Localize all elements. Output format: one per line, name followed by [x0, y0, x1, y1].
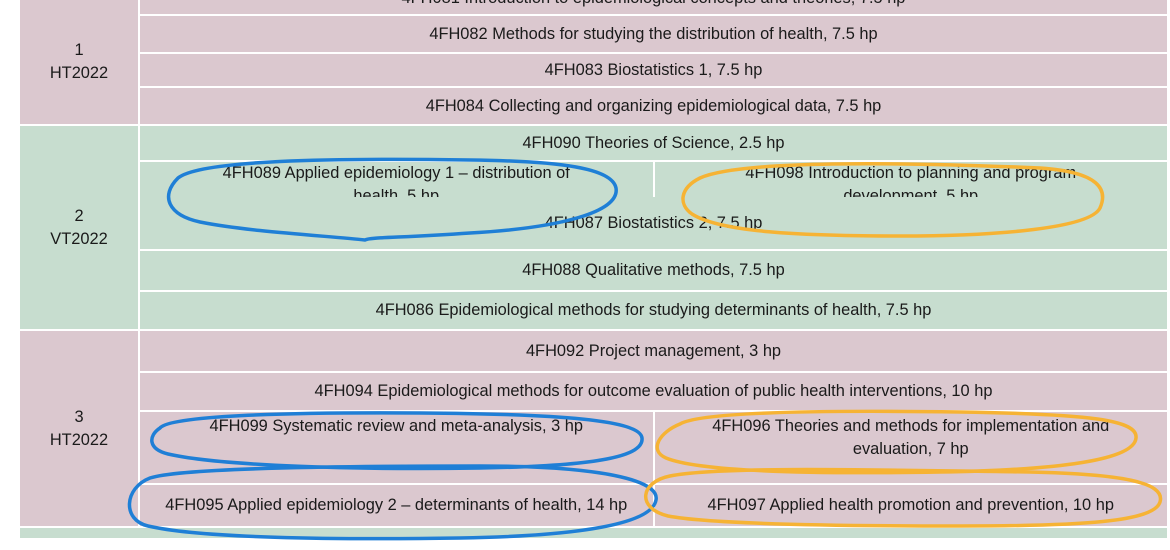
term-label-3: 3 HT2022 [20, 331, 138, 528]
course-cell-right: 4FH097 Applied health promotion and prev… [652, 485, 1167, 526]
term-semester: VT2022 [50, 229, 108, 248]
course-row: 4FH081 Introduction to epidemiological c… [138, 0, 1167, 16]
next-term-strip [20, 528, 1167, 540]
course-row-split: 4FH095 Applied epidemiology 2 – determin… [138, 485, 1167, 528]
term-number: 3 [74, 407, 84, 426]
course-cell: 4FH088 Qualitative methods, 7.5 hp [522, 261, 785, 279]
course-cell: 4FH084 Collecting and organizing epidemi… [425, 96, 882, 115]
course-cell: 4FH097 Applied health promotion and prev… [707, 496, 1114, 514]
course-cell: 4FH086 Epidemiological methods for study… [375, 301, 932, 319]
course-row: 4FH090 Theories of Science, 2.5 hp [138, 126, 1167, 162]
course-row: 4FH094 Epidemiological methods for outco… [138, 373, 1167, 412]
course-cell: 4FH083 Biostatistics 1, 7.5 hp [544, 60, 763, 79]
term-semester: HT2022 [49, 430, 109, 449]
course-cell-left: 4FH095 Applied epidemiology 2 – determin… [138, 485, 653, 526]
course-row: 4FH082 Methods for studying the distribu… [138, 16, 1167, 54]
course-row-split: 4FH099 Systematic review and meta-analys… [138, 412, 1167, 485]
term-semester: HT2022 [49, 64, 109, 82]
course-cell: 4FH095 Applied epidemiology 2 – determin… [165, 496, 628, 514]
term-label-1: 1 HT2022 [20, 0, 138, 126]
course-cell: 4FH096 Theories and methods for implemen… [712, 417, 1110, 458]
course-row: 4FH086 Epidemiological methods for study… [138, 292, 1167, 331]
course-cell-right: 4FH096 Theories and methods for implemen… [652, 412, 1167, 483]
course-cell: 4FH099 Systematic review and meta-analys… [209, 417, 583, 435]
course-cell-left: 4FH099 Systematic review and meta-analys… [138, 412, 653, 483]
course-row-split: 4FH089 Applied epidemiology 1 – distribu… [138, 162, 1167, 208]
course-cell: 4FH082 Methods for studying the distribu… [429, 24, 878, 43]
course-row: 4FH083 Biostatistics 1, 7.5 hp [138, 54, 1167, 88]
term-number: 2 [74, 206, 84, 225]
course-cell: 4FH094 Epidemiological methods for outco… [314, 382, 993, 400]
course-schedule-table: 1 HT2022 4FH081 Introduction to epidemio… [20, 0, 1167, 540]
course-cell: 4FH081 Introduction to epidemiological c… [402, 0, 906, 10]
course-row: 4FH084 Collecting and organizing epidemi… [138, 88, 1167, 126]
course-cell: 4FH092 Project management, 3 hp [525, 341, 782, 360]
course-row: 4FH092 Project management, 3 hp [138, 331, 1167, 373]
course-row: 4FH087 Biostatistics 2, 7.5 hp [138, 197, 1167, 251]
course-row: 4FH088 Qualitative methods, 7.5 hp [138, 251, 1167, 292]
course-cell: 4FH087 Biostatistics 2, 7.5 hp [544, 213, 763, 232]
term-label-2: 2 VT2022 [20, 126, 138, 331]
term-number: 1 [74, 41, 84, 59]
course-cell: 4FH090 Theories of Science, 2.5 hp [522, 133, 785, 152]
